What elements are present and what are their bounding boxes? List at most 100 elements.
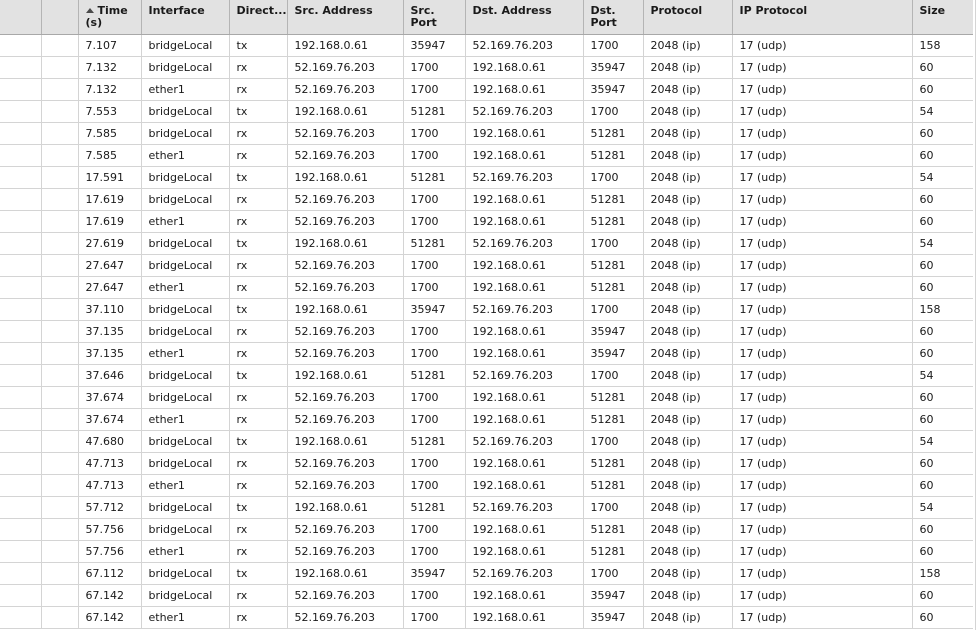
cell-proto: 2048 (ip) — [643, 232, 733, 255]
cell-src: 192.168.0.61 — [287, 34, 404, 57]
table-row[interactable]: 67.142 bridgeLocal rx 52.169.76.203 1700 192.… — [0, 584, 973, 607]
table-row[interactable]: 47.680 bridgeLocal tx 192.168.0.61 51281 52.1… — [0, 430, 973, 453]
table-row[interactable]: 37.135 ether1 rx 52.169.76.203 1700 192.168.0… — [0, 342, 973, 365]
cell-time: 17.619 — [78, 188, 142, 211]
cell-size: 60 — [912, 56, 973, 79]
cell-proto: 2048 (ip) — [643, 342, 733, 365]
cell-src: 192.168.0.61 — [287, 166, 404, 189]
cell-size: 54 — [912, 364, 973, 387]
cell-dst: 192.168.0.61 — [465, 276, 584, 299]
cell-ipproto: 17 (udp) — [732, 474, 913, 497]
column-header-flag-1[interactable] — [0, 0, 42, 35]
table-row[interactable]: 7.585 bridgeLocal rx 52.169.76.203 1700 192.1… — [0, 122, 973, 145]
table-row[interactable]: 7.132 ether1 rx 52.169.76.203 1700 192.168.0.… — [0, 78, 973, 101]
table-row[interactable]: 47.713 bridgeLocal rx 52.169.76.203 1700 192.… — [0, 452, 973, 475]
table-row[interactable]: 17.619 ether1 rx 52.169.76.203 1700 192.168.0… — [0, 210, 973, 233]
cell-sel1 — [0, 386, 42, 409]
cell-sport: 35947 — [403, 34, 466, 57]
table-row[interactable]: 37.674 bridgeLocal rx 52.169.76.203 1700 192.… — [0, 386, 973, 409]
cell-iface: ether1 — [141, 606, 230, 629]
sort-ascending-arrow-icon — [85, 8, 94, 13]
cell-sport: 51281 — [403, 166, 466, 189]
cell-dst: 192.168.0.61 — [465, 386, 584, 409]
table-row[interactable]: 57.712 bridgeLocal tx 192.168.0.61 51281 52.1… — [0, 496, 973, 519]
table-row[interactable]: 57.756 bridgeLocal rx 52.169.76.203 1700 192.… — [0, 518, 973, 541]
cell-iface: bridgeLocal — [141, 452, 230, 475]
cell-dst: 52.169.76.203 — [465, 364, 584, 387]
cell-iface: bridgeLocal — [141, 496, 230, 519]
column-header-src-port[interactable]: Src. Port — [403, 0, 466, 35]
table-row[interactable]: 37.646 bridgeLocal tx 192.168.0.61 51281 52.1… — [0, 364, 973, 387]
cell-iface: ether1 — [141, 342, 230, 365]
table-row[interactable]: 27.647 ether1 rx 52.169.76.203 1700 192.168.0… — [0, 276, 973, 299]
cell-proto: 2048 (ip) — [643, 540, 733, 563]
cell-sel2 — [41, 144, 79, 167]
table-row[interactable]: 37.110 bridgeLocal tx 192.168.0.61 35947 52.1… — [0, 298, 973, 321]
cell-time: 57.712 — [78, 496, 142, 519]
cell-dport: 35947 — [583, 606, 644, 629]
table-row[interactable]: 7.585 ether1 rx 52.169.76.203 1700 192.168.0.… — [0, 144, 973, 167]
cell-proto: 2048 (ip) — [643, 496, 733, 519]
cell-dst: 52.169.76.203 — [465, 166, 584, 189]
column-header-src-address[interactable]: Src. Address — [287, 0, 404, 35]
cell-dir: rx — [229, 210, 288, 233]
cell-sport: 1700 — [403, 386, 466, 409]
cell-sel1 — [0, 474, 42, 497]
cell-time: 7.132 — [78, 56, 142, 79]
table-row[interactable]: 17.619 bridgeLocal rx 52.169.76.203 1700 192.… — [0, 188, 973, 211]
table-row[interactable]: 57.756 ether1 rx 52.169.76.203 1700 192.168.0… — [0, 540, 973, 563]
table-row[interactable]: 7.107 bridgeLocal tx 192.168.0.61 35947 52.16… — [0, 34, 973, 57]
cell-proto: 2048 (ip) — [643, 518, 733, 541]
column-header-protocol[interactable]: Protocol — [643, 0, 733, 35]
column-header-dst-port[interactable]: Dst. Port — [583, 0, 644, 35]
cell-size: 60 — [912, 386, 973, 409]
cell-time: 37.674 — [78, 408, 142, 431]
column-header-size[interactable]: Size — [912, 0, 973, 35]
column-header-direction[interactable]: Direct... — [229, 0, 288, 35]
cell-dport: 51281 — [583, 474, 644, 497]
column-header-time[interactable]: Time (s) — [78, 0, 142, 35]
table-row[interactable]: 67.112 bridgeLocal tx 192.168.0.61 35947 52.1… — [0, 562, 973, 585]
cell-size: 60 — [912, 254, 973, 277]
table-row[interactable]: 47.713 ether1 rx 52.169.76.203 1700 192.168.0… — [0, 474, 973, 497]
cell-sport: 1700 — [403, 518, 466, 541]
cell-dport: 1700 — [583, 364, 644, 387]
cell-ipproto: 17 (udp) — [732, 34, 913, 57]
cell-time: 17.591 — [78, 166, 142, 189]
cell-dir: rx — [229, 144, 288, 167]
cell-ipproto: 17 (udp) — [732, 540, 913, 563]
table-row[interactable]: 7.553 bridgeLocal tx 192.168.0.61 51281 52.16… — [0, 100, 973, 123]
column-header-interface[interactable]: Interface — [141, 0, 230, 35]
table-row[interactable]: 37.674 ether1 rx 52.169.76.203 1700 192.168.0… — [0, 408, 973, 431]
cell-size: 60 — [912, 210, 973, 233]
column-header-ip-protocol[interactable]: IP Protocol — [732, 0, 913, 35]
cell-proto: 2048 (ip) — [643, 122, 733, 145]
cell-ipproto: 17 (udp) — [732, 496, 913, 519]
packet-list-body: 7.107 bridgeLocal tx 192.168.0.61 35947 52.16… — [0, 34, 973, 629]
cell-ipproto: 17 (udp) — [732, 364, 913, 387]
cell-time: 7.585 — [78, 144, 142, 167]
cell-sel2 — [41, 584, 79, 607]
table-row[interactable]: 27.647 bridgeLocal rx 52.169.76.203 1700 192.… — [0, 254, 973, 277]
table-row[interactable]: 7.132 bridgeLocal rx 52.169.76.203 1700 192.1… — [0, 56, 973, 79]
table-row[interactable]: 17.591 bridgeLocal tx 192.168.0.61 51281 52.1… — [0, 166, 973, 189]
table-row[interactable]: 67.142 ether1 rx 52.169.76.203 1700 192.168.0… — [0, 606, 973, 629]
cell-dir: rx — [229, 518, 288, 541]
cell-dport: 51281 — [583, 210, 644, 233]
packet-list-scroll-container[interactable]: Time (s) Interface Direct... Src. Addres… — [0, 0, 976, 630]
cell-sel1 — [0, 540, 42, 563]
cell-sel1 — [0, 56, 42, 79]
column-header-dst-address[interactable]: Dst. Address — [465, 0, 584, 35]
cell-proto: 2048 (ip) — [643, 56, 733, 79]
table-row[interactable]: 37.135 bridgeLocal rx 52.169.76.203 1700 192.… — [0, 320, 973, 343]
cell-dir: rx — [229, 540, 288, 563]
cell-sel2 — [41, 188, 79, 211]
cell-src: 192.168.0.61 — [287, 298, 404, 321]
cell-sport: 35947 — [403, 298, 466, 321]
cell-proto: 2048 (ip) — [643, 100, 733, 123]
cell-dport: 51281 — [583, 144, 644, 167]
cell-sel2 — [41, 100, 79, 123]
column-header-flag-2[interactable] — [41, 0, 79, 35]
cell-ipproto: 17 (udp) — [732, 232, 913, 255]
table-row[interactable]: 27.619 bridgeLocal tx 192.168.0.61 51281 52.1… — [0, 232, 973, 255]
